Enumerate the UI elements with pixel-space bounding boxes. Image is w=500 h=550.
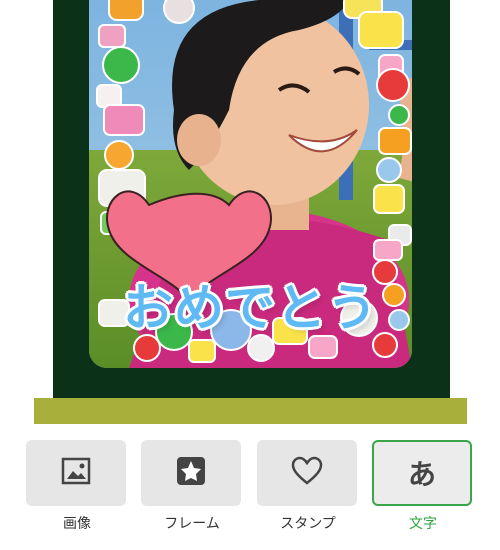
tool-text-label: 文字 [409,516,437,532]
image-icon [61,456,91,490]
heart-icon [291,456,323,490]
tool-image-label: 画像 [63,516,91,532]
photo-preview[interactable]: おめでとう [89,0,412,368]
editor-canvas: おめでとう [0,0,500,430]
tool-stamp-label: スタンプ [280,516,336,532]
tool-stamp-button[interactable] [257,440,357,506]
tool-image[interactable]: 画像 [26,440,128,533]
tool-text[interactable]: あ 文字 [372,440,474,533]
tool-frame[interactable]: フレーム [141,440,243,533]
tool-frame-label: フレーム [164,516,220,532]
bottom-strip [34,398,467,424]
frame-star-icon [174,454,208,492]
tool-stamp[interactable]: スタンプ [257,440,359,533]
bottom-toolbar: 画像 フレーム スタンプ あ 文字 [0,440,500,550]
tool-text-button[interactable]: あ [372,440,472,506]
tool-image-button[interactable] [26,440,126,506]
greeting-caption[interactable]: おめでとう [89,268,412,340]
text-a-icon: あ [407,458,436,491]
tool-frame-button[interactable] [141,440,241,506]
